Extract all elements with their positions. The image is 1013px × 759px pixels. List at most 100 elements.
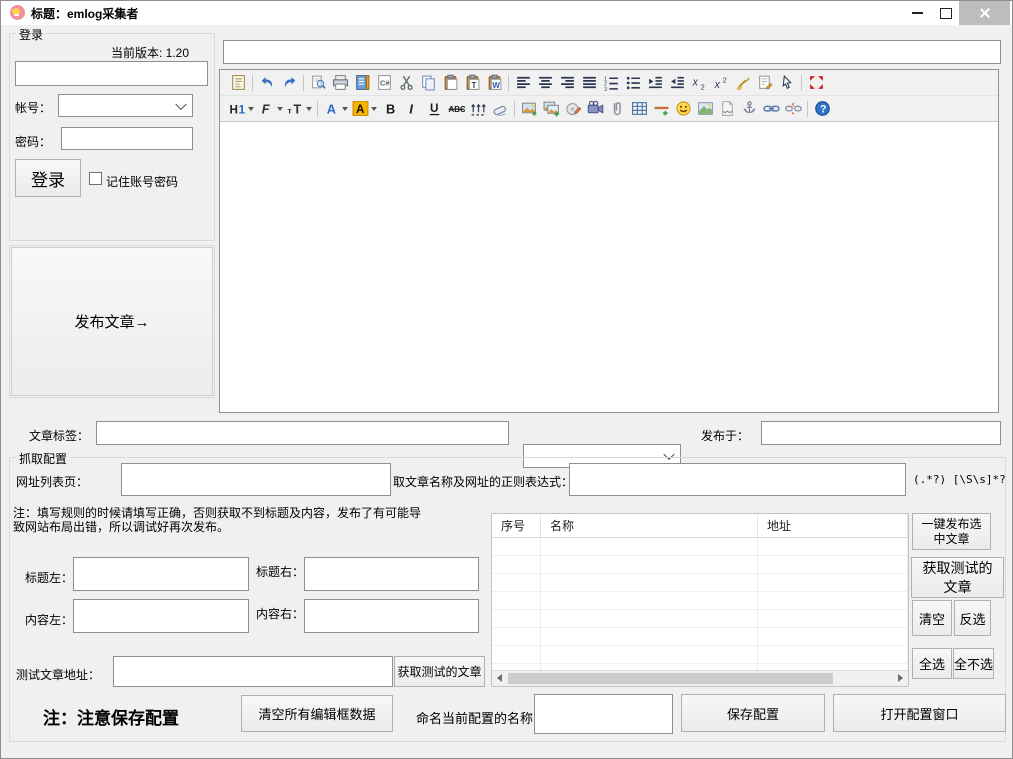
fontsize-icon[interactable]: тT (285, 98, 314, 119)
title-right-input[interactable] (304, 557, 479, 591)
preview-icon[interactable] (307, 72, 329, 93)
table-row[interactable] (492, 556, 908, 574)
invert-selection-button[interactable]: 反选 (954, 600, 991, 636)
forecolor-icon[interactable]: A (321, 98, 350, 119)
remember-checkbox[interactable] (89, 172, 102, 185)
scroll-left-arrow[interactable] (492, 671, 507, 685)
horizontal-scrollbar[interactable] (492, 670, 908, 686)
justifyright-icon[interactable] (556, 72, 578, 93)
italic-icon[interactable]: I (401, 98, 423, 119)
url-list-input[interactable] (121, 463, 391, 496)
subscript-icon[interactable]: x2 (688, 72, 710, 93)
template-icon[interactable] (351, 72, 373, 93)
close-button[interactable] (959, 1, 1010, 25)
table-icon[interactable] (628, 98, 650, 119)
select-all-button[interactable]: 全选 (912, 648, 952, 679)
copy-icon[interactable] (417, 72, 439, 93)
content-right-input[interactable] (304, 599, 479, 633)
remember-label: 记住账号密码 (106, 173, 178, 190)
media-icon[interactable] (584, 98, 606, 119)
undo-icon[interactable] (256, 72, 278, 93)
flash-icon[interactable] (562, 98, 584, 119)
table-row[interactable] (492, 610, 908, 628)
table-column-header[interactable]: 地址 (758, 514, 908, 537)
outdent-icon[interactable] (666, 72, 688, 93)
publish-selected-button[interactable]: 一键发布选中文章 (912, 513, 991, 550)
open-config-window-button[interactable]: 打开配置窗口 (833, 694, 1006, 732)
save-config-note: 注：注意保存配置 (43, 704, 179, 729)
justifycenter-icon[interactable] (534, 72, 556, 93)
anchor-icon[interactable] (738, 98, 760, 119)
table-row[interactable] (492, 628, 908, 646)
tags-input[interactable] (96, 421, 509, 445)
paste-icon[interactable] (439, 72, 461, 93)
multiimage-icon[interactable] (540, 98, 562, 119)
emoticons-icon[interactable] (672, 98, 694, 119)
strikethrough-icon[interactable]: ABC (445, 98, 467, 119)
hr-icon[interactable] (650, 98, 672, 119)
regex-input[interactable] (569, 463, 906, 496)
insertfile-icon[interactable] (606, 98, 628, 119)
table-column-header[interactable]: 序号 (492, 514, 541, 537)
indent-icon[interactable] (644, 72, 666, 93)
underline-icon[interactable]: U (423, 98, 445, 119)
redo-icon[interactable] (278, 72, 300, 93)
test-url-input[interactable] (113, 656, 393, 687)
publish-to-input[interactable] (761, 421, 1001, 445)
fetch-test-article-button[interactable]: 获取测试的文章 (394, 656, 485, 687)
plainpaste-icon[interactable]: T (461, 72, 483, 93)
table-row[interactable] (492, 646, 908, 664)
select-none-button[interactable]: 全不选 (953, 648, 994, 679)
about-icon[interactable]: ? (811, 98, 833, 119)
scrollbar-thumb[interactable] (508, 673, 833, 684)
lineheight-icon[interactable] (467, 98, 489, 119)
baidumap-icon[interactable] (694, 98, 716, 119)
hilitecolor-icon[interactable]: A (350, 98, 379, 119)
maximize-button[interactable] (933, 1, 959, 25)
insertorderedlist-icon[interactable]: 123 (600, 72, 622, 93)
scroll-right-arrow[interactable] (893, 671, 908, 685)
regex-hint: (.*?) [\S\s]*? (913, 473, 1006, 486)
code-icon[interactable]: C# (373, 72, 395, 93)
cut-icon[interactable] (395, 72, 417, 93)
publish-article-button[interactable]: 发布文章→ (11, 247, 213, 396)
image-icon[interactable] (518, 98, 540, 119)
config-name-input[interactable] (534, 694, 673, 734)
wordpaste-icon[interactable]: W (483, 72, 505, 93)
login-url-input[interactable] (15, 61, 208, 86)
editor-content[interactable] (220, 122, 998, 412)
content-left-input[interactable] (73, 599, 249, 633)
superscript-icon[interactable]: x2 (710, 72, 732, 93)
unlink-icon[interactable] (782, 98, 804, 119)
selectall-icon[interactable] (776, 72, 798, 93)
table-row[interactable] (492, 592, 908, 610)
fetch-articles-button[interactable]: 获取测试的文章 (911, 557, 1004, 598)
quickformat-icon[interactable] (754, 72, 776, 93)
table-column-header[interactable]: 名称 (541, 514, 758, 537)
insertunorderedlist-icon[interactable] (622, 72, 644, 93)
bold-icon[interactable]: B (379, 98, 401, 119)
save-config-button[interactable]: 保存配置 (681, 694, 825, 732)
article-title-input[interactable] (223, 40, 1001, 64)
clear-list-button[interactable]: 清空 (912, 600, 952, 636)
account-select[interactable] (58, 94, 193, 117)
clear-all-fields-button[interactable]: 清空所有编辑框数据 (241, 695, 393, 732)
justifyfull-icon[interactable] (578, 72, 600, 93)
justifyleft-icon[interactable] (512, 72, 534, 93)
formatblock-icon[interactable]: H1 (227, 98, 256, 119)
svg-text:T: T (471, 81, 476, 90)
table-row[interactable] (492, 574, 908, 592)
pagebreak-icon[interactable] (716, 98, 738, 119)
password-field[interactable] (61, 127, 193, 150)
source-icon[interactable] (227, 72, 249, 93)
removeformat-icon[interactable] (489, 98, 511, 119)
clearhtml-icon[interactable] (732, 72, 754, 93)
fullscreen-icon[interactable] (805, 72, 827, 93)
minimize-button[interactable] (902, 1, 933, 25)
print-icon[interactable] (329, 72, 351, 93)
fontname-icon[interactable]: F (256, 98, 285, 119)
link-icon[interactable] (760, 98, 782, 119)
title-left-input[interactable] (73, 557, 249, 591)
table-row[interactable] (492, 538, 908, 556)
login-button[interactable]: 登录 (15, 159, 81, 197)
